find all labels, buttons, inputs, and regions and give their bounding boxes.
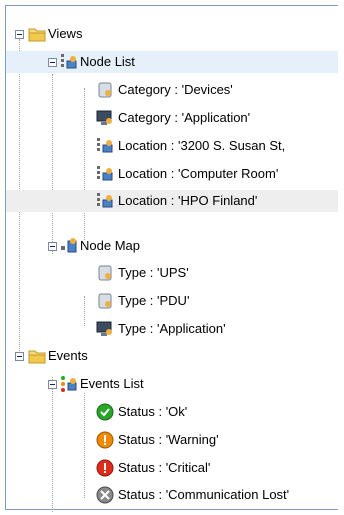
- ups-icon: [98, 265, 112, 281]
- tree-node-status-critical[interactable]: Status : 'Critical': [6, 457, 338, 479]
- application-icon: [96, 321, 112, 336]
- tree-node-type-application[interactable]: Type : 'Application': [6, 318, 338, 340]
- tree-node-events-list[interactable]: Events List: [6, 373, 338, 395]
- node-list-icon: [97, 193, 113, 208]
- tree-label: Location : '3200 S. Susan St,: [118, 138, 286, 153]
- node-list-icon: [97, 166, 113, 181]
- tree-label: Category : 'Application': [118, 110, 251, 125]
- tree-label: Status : 'Communication Lost': [118, 487, 290, 502]
- tree-label: Location : 'HPO Finland': [118, 193, 258, 208]
- events-list-icon: [61, 376, 77, 392]
- tree-label: Events List: [80, 376, 144, 391]
- tree-node-status-communication-lost[interactable]: Status : 'Communication Lost': [6, 484, 338, 506]
- node-list-icon: [97, 138, 113, 153]
- tree-label: Category : 'Devices': [118, 82, 233, 97]
- application-icon: [96, 110, 112, 125]
- status-critical-icon: [96, 459, 114, 477]
- tree-label: Status : 'Warning': [118, 432, 219, 447]
- device-icon: [98, 82, 112, 98]
- folder-icon: [28, 350, 46, 364]
- collapse-toggle[interactable]: [48, 242, 57, 251]
- tree-label: Node Map: [80, 238, 140, 253]
- tree-label: Type : 'PDU': [118, 293, 190, 308]
- tree-label: Status : 'Critical': [118, 460, 211, 475]
- tree-node-category-devices[interactable]: Category : 'Devices': [6, 79, 338, 101]
- node-list-icon: [61, 54, 77, 69]
- tree-panel: Views Node List Category : 'Devices' Cat…: [5, 5, 338, 512]
- tree-node-node-list[interactable]: Node List: [6, 51, 338, 73]
- tree-node-location-hpo-finland[interactable]: Location : 'HPO Finland': [6, 190, 338, 212]
- status-ok-icon: [96, 403, 114, 421]
- tree-node-status-ok[interactable]: Status : 'Ok': [6, 401, 338, 423]
- pdu-icon: [98, 293, 112, 309]
- tree-node-location-computer-room[interactable]: Location : 'Computer Room': [6, 163, 338, 185]
- tree-label: Events: [48, 348, 88, 363]
- collapse-toggle[interactable]: [15, 30, 24, 39]
- tree-node-status-warning[interactable]: Status : 'Warning': [6, 429, 338, 451]
- collapse-toggle[interactable]: [48, 380, 57, 389]
- tree-node-location-susan-st[interactable]: Location : '3200 S. Susan St,: [6, 135, 338, 157]
- tree-node-node-map[interactable]: Node Map: [6, 235, 338, 257]
- tree-label: Type : 'UPS': [118, 265, 189, 280]
- folder-icon: [28, 28, 46, 42]
- tree-node-events[interactable]: Events: [6, 345, 338, 367]
- collapse-toggle[interactable]: [48, 58, 57, 67]
- tree-label: Node List: [80, 54, 135, 69]
- status-warning-icon: [96, 431, 114, 449]
- status-lost-icon: [96, 486, 114, 504]
- collapse-toggle[interactable]: [15, 352, 24, 361]
- tree-node-category-application[interactable]: Category : 'Application': [6, 107, 338, 129]
- tree-label: Status : 'Ok': [118, 404, 188, 419]
- tree-label: Type : 'Application': [118, 321, 226, 336]
- node-map-icon: [61, 238, 77, 253]
- tree-node-views[interactable]: Views: [6, 23, 338, 45]
- tree-label: Location : 'Computer Room': [118, 166, 279, 181]
- tree-node-type-ups[interactable]: Type : 'UPS': [6, 262, 338, 284]
- tree-node-type-pdu[interactable]: Type : 'PDU': [6, 290, 338, 312]
- tree-label: Views: [48, 26, 83, 41]
